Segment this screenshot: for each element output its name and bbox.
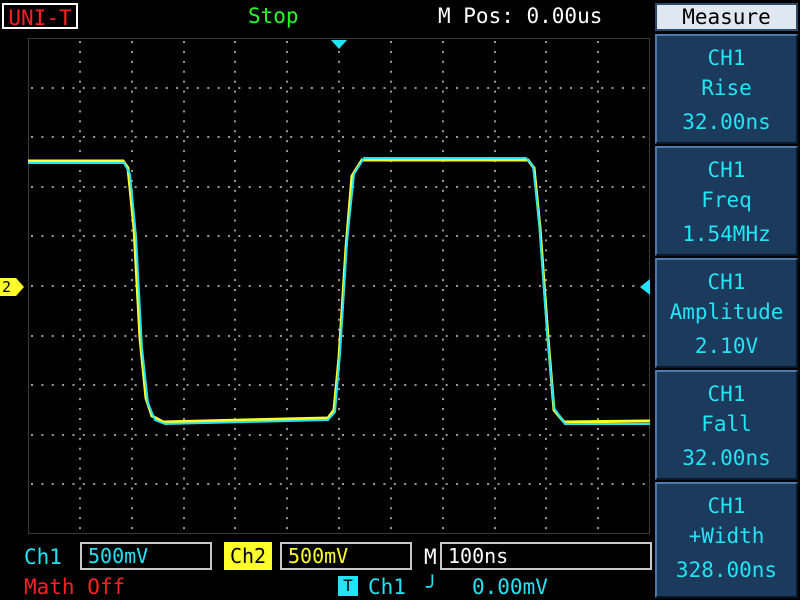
trigger-source: Ch1	[368, 575, 406, 599]
measure-channel: CH1	[707, 382, 746, 406]
ch2-marker-label: 2	[2, 278, 12, 296]
measure-value: 32.00ns	[682, 446, 771, 470]
rising-edge-icon: ╯	[426, 575, 439, 599]
brand-logo: UNI-T	[2, 3, 78, 30]
measure-channel: CH1	[707, 494, 746, 518]
measure-slot-5[interactable]: CH1 +Width 328.00ns	[655, 482, 798, 598]
measure-menu-title[interactable]: Measure	[655, 3, 798, 31]
measure-slot-2[interactable]: CH1 Freq 1.54MHz	[655, 146, 798, 256]
measure-value: 1.54MHz	[682, 222, 771, 246]
ch1-label: Ch1	[24, 545, 62, 569]
graticule	[28, 38, 650, 534]
timebase-label: M	[424, 545, 437, 569]
trigger-level-marker[interactable]	[638, 279, 650, 295]
ch2-scale[interactable]: 500mV	[280, 542, 412, 570]
measure-value: 328.00ns	[675, 558, 778, 582]
measure-value: 2.10V	[694, 334, 759, 358]
trigger-level: 0.00mV	[472, 575, 548, 599]
measure-name: Amplitude	[669, 300, 784, 324]
math-status: Math Off	[24, 575, 126, 599]
measure-value: 32.00ns	[682, 110, 771, 134]
timebase-scale[interactable]: 100ns	[440, 542, 652, 570]
trigger-icon: T	[338, 576, 358, 596]
acquisition-status: Stop	[248, 4, 299, 28]
ch2-label: Ch2	[224, 542, 272, 570]
measure-slot-3[interactable]: CH1 Amplitude 2.10V	[655, 258, 798, 368]
measure-name: Fall	[701, 412, 752, 436]
measure-channel: CH1	[707, 46, 746, 70]
waveform-display	[28, 38, 650, 534]
measure-channel: CH1	[707, 270, 746, 294]
ch2-ground-marker[interactable]: 2	[0, 278, 24, 296]
measure-slot-1[interactable]: CH1 Rise 32.00ns	[655, 34, 798, 144]
measure-name: Freq	[701, 188, 752, 212]
ch1-scale[interactable]: 500mV	[80, 542, 212, 570]
measure-name: Rise	[701, 76, 752, 100]
measure-slot-4[interactable]: CH1 Fall 32.00ns	[655, 370, 798, 480]
measure-name: +Width	[688, 524, 765, 548]
trigger-position-marker[interactable]	[331, 38, 347, 50]
main-position-readout: M Pos: 0.00us	[438, 4, 603, 28]
measure-channel: CH1	[707, 158, 746, 182]
